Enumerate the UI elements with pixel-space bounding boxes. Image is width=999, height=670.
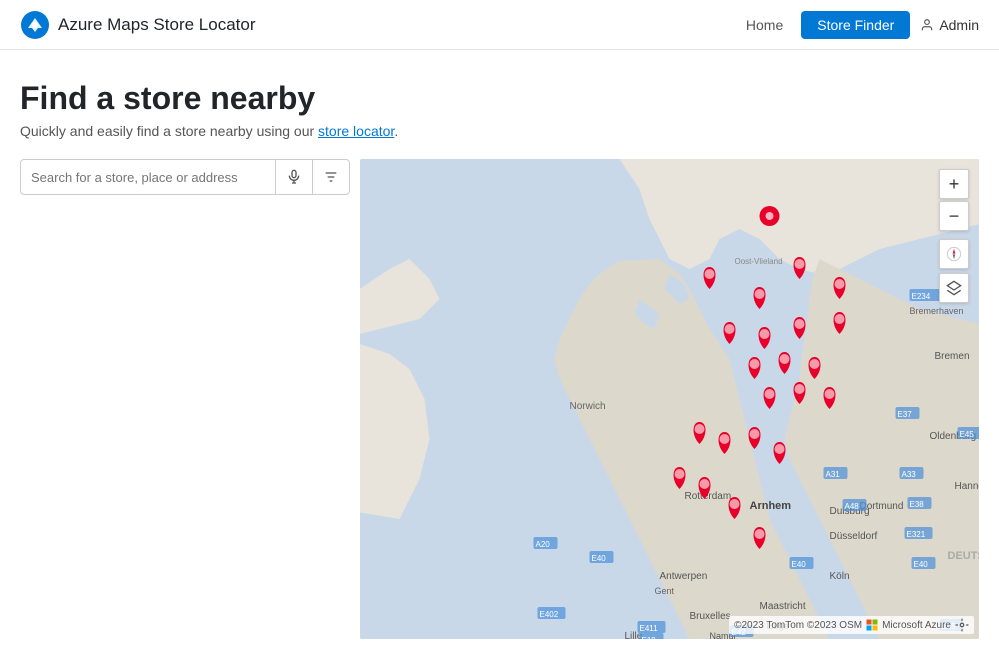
svg-text:E234: E234 bbox=[912, 292, 931, 301]
svg-text:E40: E40 bbox=[792, 560, 807, 569]
location-icon bbox=[955, 618, 969, 632]
svg-text:E321: E321 bbox=[907, 530, 926, 539]
tomtom-attribution: ©2023 TomTom ©2023 OSM bbox=[734, 620, 862, 631]
admin-icon bbox=[920, 18, 934, 32]
store-locator-link[interactable]: store locator bbox=[318, 123, 394, 139]
microphone-button[interactable] bbox=[275, 160, 312, 194]
svg-text:Köln: Köln bbox=[830, 571, 850, 582]
svg-text:E38: E38 bbox=[910, 500, 925, 509]
svg-text:E402: E402 bbox=[540, 610, 559, 619]
svg-text:Bruxelles: Bruxelles bbox=[690, 611, 731, 622]
svg-text:Gent: Gent bbox=[655, 586, 675, 596]
svg-text:Bremerhaven: Bremerhaven bbox=[910, 306, 964, 316]
store-finder-button[interactable]: Store Finder bbox=[801, 11, 910, 39]
search-bar bbox=[20, 159, 350, 195]
microsoft-icon bbox=[866, 619, 878, 631]
page-subtitle: Quickly and easily find a store nearby u… bbox=[20, 123, 979, 139]
azure-attribution: Microsoft Azure bbox=[882, 620, 951, 631]
admin-label: Admin bbox=[939, 17, 979, 33]
compass-button[interactable] bbox=[939, 239, 969, 269]
svg-text:A20: A20 bbox=[536, 540, 551, 549]
layers-button[interactable] bbox=[939, 273, 969, 303]
svg-text:Norwich: Norwich bbox=[570, 401, 606, 412]
layers-icon bbox=[946, 280, 962, 296]
svg-text:E37: E37 bbox=[898, 410, 913, 419]
svg-text:Antwerpen: Antwerpen bbox=[660, 571, 708, 582]
navbar-links: Home Store Finder Admin bbox=[738, 11, 979, 39]
svg-text:DEUTSC: DEUTSC bbox=[948, 550, 980, 562]
sidebar bbox=[20, 159, 360, 639]
compass-icon bbox=[946, 246, 962, 262]
svg-text:A33: A33 bbox=[902, 470, 917, 479]
map-controls: + − bbox=[939, 169, 969, 303]
svg-text:A31: A31 bbox=[826, 470, 841, 479]
search-input[interactable] bbox=[21, 170, 275, 185]
page-title: Find a store nearby bbox=[20, 80, 979, 117]
filter-icon bbox=[323, 169, 339, 185]
svg-text:Hannover: Hannover bbox=[955, 481, 980, 492]
page-content: Find a store nearby Quickly and easily f… bbox=[0, 50, 999, 639]
svg-text:E45: E45 bbox=[960, 430, 975, 439]
svg-text:Düsseldorf: Düsseldorf bbox=[830, 531, 878, 542]
zoom-in-button[interactable]: + bbox=[939, 169, 969, 199]
svg-text:E40: E40 bbox=[592, 554, 607, 563]
zoom-out-button[interactable]: − bbox=[939, 201, 969, 231]
home-link[interactable]: Home bbox=[738, 13, 791, 37]
svg-text:E411: E411 bbox=[640, 624, 659, 633]
svg-text:Bremen: Bremen bbox=[935, 351, 970, 362]
svg-text:Maastricht: Maastricht bbox=[760, 601, 806, 612]
svg-text:Oost-Vlieland: Oost-Vlieland bbox=[735, 257, 783, 266]
map-container[interactable]: Oost-Vlieland Bremerhaven Bremen Oldenbu… bbox=[360, 159, 979, 639]
map-attribution: ©2023 TomTom ©2023 OSM Microsoft Azure bbox=[729, 616, 974, 634]
svg-text:E19: E19 bbox=[642, 636, 657, 639]
navbar: Azure Maps Store Locator Home Store Find… bbox=[0, 0, 999, 50]
filter-button[interactable] bbox=[312, 160, 349, 194]
brand: Azure Maps Store Locator bbox=[20, 10, 255, 40]
admin-link[interactable]: Admin bbox=[920, 17, 979, 33]
map-background: Oost-Vlieland Bremerhaven Bremen Oldenbu… bbox=[360, 159, 979, 639]
svg-text:E40: E40 bbox=[914, 560, 929, 569]
main-layout: Oost-Vlieland Bremerhaven Bremen Oldenbu… bbox=[20, 159, 979, 639]
microphone-icon bbox=[286, 169, 302, 185]
brand-logo-icon bbox=[20, 10, 50, 40]
brand-title: Azure Maps Store Locator bbox=[58, 15, 255, 35]
svg-text:Arnhem: Arnhem bbox=[750, 500, 792, 512]
svg-text:A48: A48 bbox=[845, 502, 860, 511]
